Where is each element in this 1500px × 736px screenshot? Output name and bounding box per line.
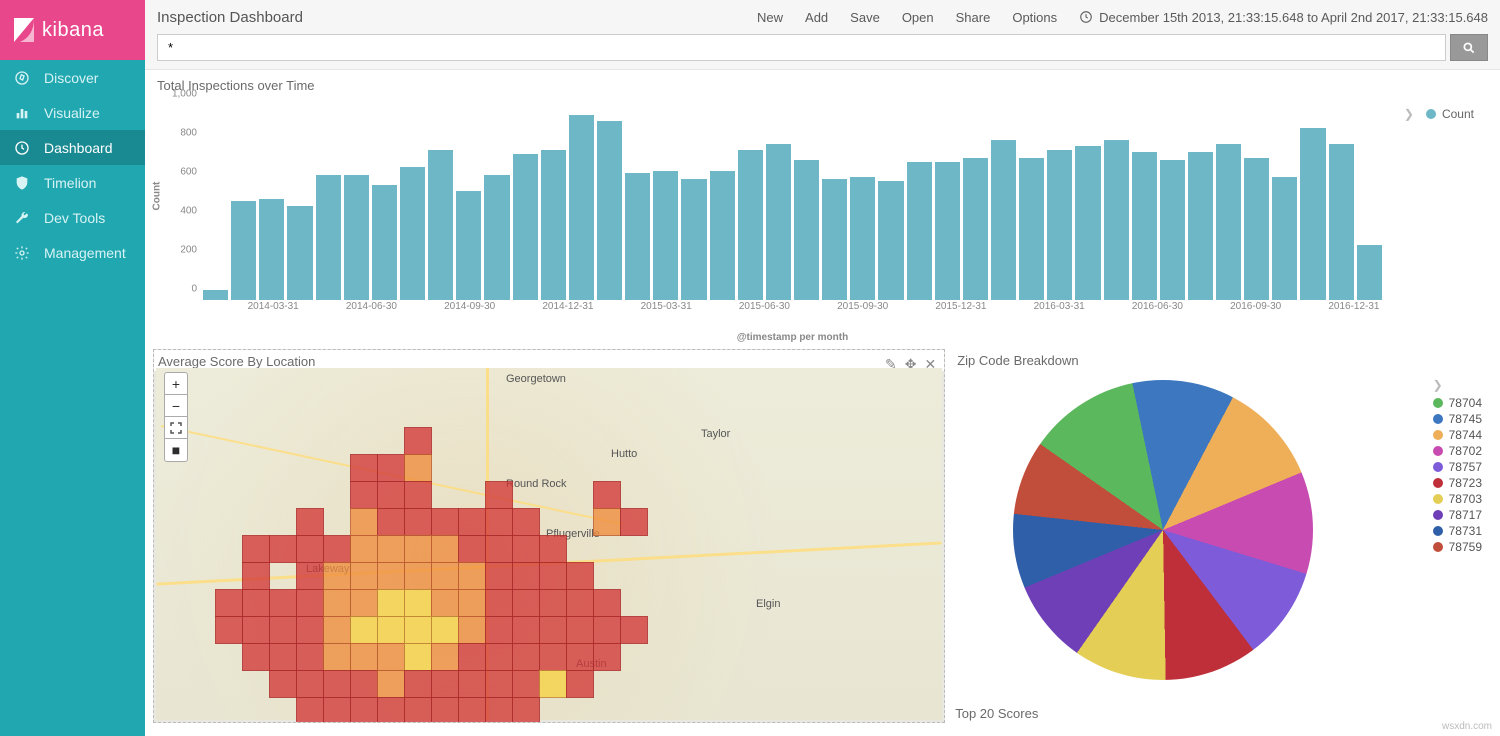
bar-chart[interactable]: Count 02004006008001,000 2014-03-312014-… bbox=[153, 95, 1492, 345]
legend-item-78717[interactable]: 78717 bbox=[1433, 508, 1482, 522]
zoom-in-button[interactable]: + bbox=[165, 373, 187, 395]
shield-icon bbox=[14, 175, 30, 191]
sidebar: kibana DiscoverVisualizeDashboardTimelio… bbox=[0, 0, 145, 736]
legend-item-78745[interactable]: 78745 bbox=[1433, 412, 1482, 426]
legend-item-78702[interactable]: 78702 bbox=[1433, 444, 1482, 458]
sidebar-item-dashboard[interactable]: Dashboard bbox=[0, 130, 145, 165]
menu-new[interactable]: New bbox=[757, 10, 783, 25]
map-zoom-controls: + − ■ bbox=[164, 372, 188, 462]
menu-share[interactable]: Share bbox=[956, 10, 991, 25]
topbar: Inspection Dashboard New Add Save Open Share… bbox=[145, 0, 1500, 70]
bar-legend[interactable]: ❯ Count bbox=[1404, 107, 1474, 121]
logo[interactable]: kibana bbox=[0, 0, 145, 60]
panel-title-top20: Top 20 Scores bbox=[953, 700, 1492, 721]
legend-swatch bbox=[1426, 109, 1436, 119]
search-icon bbox=[1462, 41, 1476, 55]
panel-zip-breakdown: Zip Code Breakdown ❯ 78704 78745 78744 7870… bbox=[953, 349, 1492, 723]
dashboard-grid: Total Inspections over Time Count 020040… bbox=[145, 70, 1500, 736]
sidebar-nav: DiscoverVisualizeDashboardTimelionDev To… bbox=[0, 60, 145, 270]
pie-legend: ❯ 78704 78745 78744 78702 78757 78723 78703 787… bbox=[1433, 378, 1482, 556]
box-select-button[interactable]: ■ bbox=[165, 439, 187, 461]
pie-chart[interactable] bbox=[1013, 380, 1313, 680]
chevron-right-icon[interactable]: ❯ bbox=[1433, 378, 1482, 392]
panel-title: Total Inspections over Time bbox=[153, 74, 1492, 95]
query-input[interactable] bbox=[157, 34, 1446, 61]
fit-bounds-button[interactable] bbox=[165, 417, 187, 439]
sidebar-item-management[interactable]: Management bbox=[0, 235, 145, 270]
legend-item-78731[interactable]: 78731 bbox=[1433, 524, 1482, 538]
menu-options[interactable]: Options bbox=[1012, 10, 1057, 25]
time-range-picker[interactable]: December 15th 2013, 21:33:15.648 to Apri… bbox=[1079, 10, 1488, 25]
panel-total-inspections: Total Inspections over Time Count 020040… bbox=[153, 74, 1492, 345]
sidebar-item-discover[interactable]: Discover bbox=[0, 60, 145, 95]
chevron-right-icon[interactable]: ❯ bbox=[1404, 107, 1414, 121]
panel-title: Zip Code Breakdown bbox=[953, 349, 1492, 370]
topbar-menu: New Add Save Open Share Options December 15th… bbox=[757, 10, 1488, 25]
watermark: wsxdn.com bbox=[1442, 721, 1492, 732]
menu-save[interactable]: Save bbox=[850, 10, 880, 25]
zoom-out-button[interactable]: − bbox=[165, 395, 187, 417]
logo-text: kibana bbox=[42, 19, 104, 42]
menu-add[interactable]: Add bbox=[805, 10, 828, 25]
panel-avg-score-map: Average Score By Location ✎ ✥ ✕ Georgeto… bbox=[153, 349, 945, 723]
search-row bbox=[157, 28, 1488, 69]
compass-icon bbox=[14, 70, 30, 86]
sidebar-item-dev-tools[interactable]: Dev Tools bbox=[0, 200, 145, 235]
clock-icon bbox=[1079, 10, 1093, 24]
legend-item-78723[interactable]: 78723 bbox=[1433, 476, 1482, 490]
wrench-icon bbox=[14, 210, 30, 226]
page-title: Inspection Dashboard bbox=[157, 9, 303, 26]
legend-item-78757[interactable]: 78757 bbox=[1433, 460, 1482, 474]
sidebar-item-visualize[interactable]: Visualize bbox=[0, 95, 145, 130]
map-canvas[interactable]: Georgetown Taylor Hutto Round Rock Pflug… bbox=[156, 368, 942, 720]
clock-icon bbox=[14, 140, 30, 156]
legend-item-78744[interactable]: 78744 bbox=[1433, 428, 1482, 442]
sidebar-item-timelion[interactable]: Timelion bbox=[0, 165, 145, 200]
heatmap-grid bbox=[216, 428, 729, 723]
menu-open[interactable]: Open bbox=[902, 10, 934, 25]
legend-item-78759[interactable]: 78759 bbox=[1433, 540, 1482, 554]
legend-item-78703[interactable]: 78703 bbox=[1433, 492, 1482, 506]
search-button[interactable] bbox=[1450, 34, 1488, 61]
kibana-logo-icon bbox=[12, 16, 36, 44]
gear-icon bbox=[14, 245, 30, 261]
legend-item-78704[interactable]: 78704 bbox=[1433, 396, 1482, 410]
barchart-icon bbox=[14, 105, 30, 121]
main: Inspection Dashboard New Add Save Open Share… bbox=[145, 0, 1500, 736]
